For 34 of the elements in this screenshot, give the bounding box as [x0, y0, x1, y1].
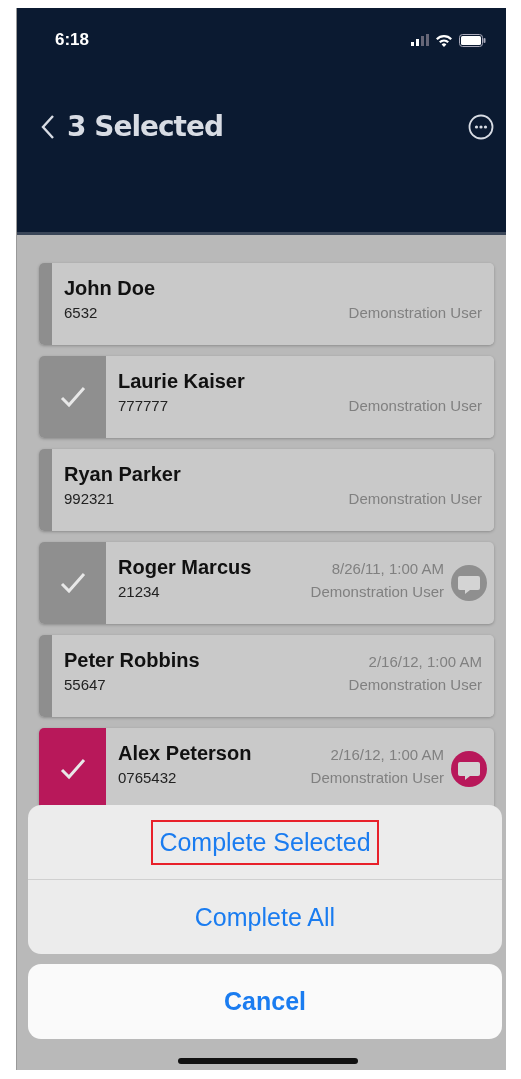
- timestamp: 8/26/11, 1:00 AM: [331, 560, 444, 577]
- assigned-user: Demonstration User: [310, 769, 444, 786]
- nav-title: 3 Selected: [67, 110, 224, 143]
- contact-number: 55647: [64, 676, 106, 693]
- battery-icon: [459, 33, 486, 47]
- contact-name: John Doe: [64, 277, 156, 300]
- assigned-user: Demonstration User: [348, 490, 482, 507]
- status-time: 6:18: [55, 30, 90, 50]
- list-row[interactable]: Peter Robbins 2/16/12, 1:00 AM 55647 Demonstration User: [39, 635, 494, 717]
- signal-icon: [411, 34, 429, 46]
- list-row[interactable]: Ryan Parker 992321 Demonstration User: [39, 449, 494, 531]
- contact-number: 0765432: [118, 769, 177, 786]
- contact-number: 992321: [64, 490, 115, 507]
- contact-name: Roger Marcus: [118, 556, 252, 579]
- contact-number: 6532: [64, 304, 98, 321]
- contact-number: 21234: [118, 583, 160, 600]
- contact-name: Peter Robbins: [64, 649, 200, 672]
- wifi-icon: [435, 33, 453, 47]
- list-row[interactable]: John Doe 6532 Demonstration User: [39, 263, 494, 345]
- contact-name: Ryan Parker: [64, 463, 181, 486]
- back-chevron-icon[interactable]: [41, 113, 55, 140]
- contact-name: Laurie Kaiser: [118, 370, 245, 393]
- more-icon[interactable]: [468, 113, 494, 140]
- contact-name: Alex Peterson: [118, 742, 252, 765]
- chat-bubble-icon[interactable]: [450, 750, 488, 788]
- assigned-user: Demonstration User: [348, 304, 482, 321]
- contact-number: 777777: [118, 397, 169, 414]
- assigned-user: Demonstration User: [310, 583, 444, 600]
- list-row[interactable]: Laurie Kaiser 777777 Demonstration User: [39, 356, 494, 438]
- timestamp: 2/16/12, 1:00 AM: [330, 746, 444, 763]
- assigned-user: Demonstration User: [348, 676, 482, 693]
- assigned-user: Demonstration User: [348, 397, 482, 414]
- timestamp: 2/16/12, 1:00 AM: [368, 653, 482, 670]
- cancel-button[interactable]: Cancel: [28, 964, 502, 1039]
